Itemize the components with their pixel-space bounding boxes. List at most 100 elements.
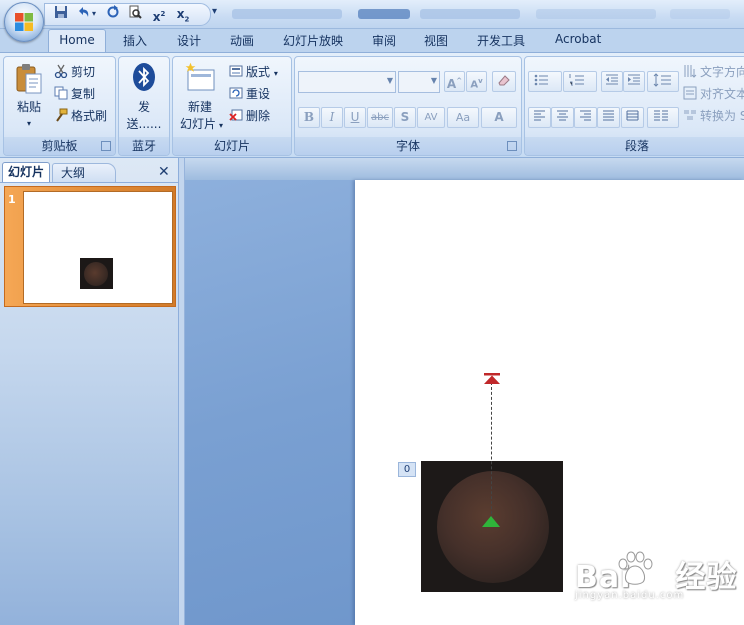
justify-button[interactable]: [597, 107, 620, 128]
paste-button[interactable]: 粘贴: [8, 99, 50, 116]
delete-icon: [229, 109, 243, 121]
send-button-line1[interactable]: 发: [119, 99, 169, 116]
close-icon[interactable]: ✕: [158, 164, 170, 180]
new-slide-button-line1[interactable]: 新建: [173, 99, 227, 116]
watermark-url: jingyan.baidu.com: [575, 590, 685, 601]
paste-dropdown[interactable]: ▾: [8, 115, 50, 132]
align-text-button[interactable]: 对齐文本: [683, 85, 744, 103]
customize-qat-dropdown[interactable]: ▾: [212, 6, 217, 17]
reset-button[interactable]: 重设: [229, 85, 270, 103]
layout-label: 版式: [246, 65, 271, 79]
grow-font-sup: ^: [456, 77, 463, 85]
line-spacing-button[interactable]: [647, 71, 679, 92]
thumbnail-slide: [23, 191, 173, 304]
copy-label: 复制: [71, 87, 96, 101]
text-shadow-button[interactable]: S: [394, 107, 416, 128]
shrink-font-label: A: [470, 79, 479, 91]
change-case-button[interactable]: Aa: [447, 107, 479, 128]
title-text-blurred: [670, 9, 730, 19]
office-logo-icon: [15, 13, 33, 31]
columns-icon: [654, 110, 668, 121]
bold-button[interactable]: B: [298, 107, 320, 128]
text-direction-label: 文字方向: [700, 65, 744, 79]
save-icon[interactable]: [51, 5, 71, 23]
tab-design[interactable]: 设计: [177, 32, 201, 49]
print-preview-icon[interactable]: [125, 5, 145, 23]
tab-home[interactable]: Home: [48, 29, 106, 53]
motion-path-line[interactable]: [491, 382, 493, 524]
superscript-exp: 2: [160, 10, 166, 18]
tab-animation[interactable]: 动画: [230, 32, 254, 49]
clipboard-dialog-launcher[interactable]: [101, 141, 111, 151]
redo-icon[interactable]: [103, 5, 123, 23]
clear-format-button[interactable]: [492, 71, 516, 92]
copy-button[interactable]: 复制: [54, 85, 95, 103]
text-direction-button[interactable]: 文字方向: [683, 63, 744, 81]
decrease-indent-icon: [606, 74, 618, 85]
font-group-label: 字体: [295, 137, 521, 155]
title-bar: ▾ x2 x2 ▾: [0, 0, 744, 42]
new-slide-dropdown[interactable]: ▾: [217, 117, 225, 134]
clipboard-group-label: 剪贴板: [4, 137, 115, 155]
increase-indent-button[interactable]: [623, 71, 645, 92]
new-slide-button-line2[interactable]: 幻灯片: [177, 116, 219, 133]
office-button[interactable]: [4, 2, 44, 42]
columns-button[interactable]: [647, 107, 679, 128]
animation-order-tag[interactable]: 0: [398, 462, 416, 477]
slides-group: 新建 幻灯片 ▾ 版式 ▾ 重设 删除 幻灯片: [172, 56, 292, 156]
line-spacing-icon: [653, 73, 671, 87]
decrease-indent-button[interactable]: [601, 71, 623, 92]
numbering-button[interactable]: [563, 71, 597, 92]
delete-button[interactable]: 删除: [229, 107, 270, 125]
font-name-combo[interactable]: ▼: [298, 71, 396, 93]
align-center-icon: [557, 110, 568, 121]
undo-dropdown[interactable]: ▾: [89, 5, 99, 23]
underline-button[interactable]: U: [344, 107, 366, 128]
tab-slideshow[interactable]: 幻灯片放映: [283, 32, 343, 49]
grow-font-button[interactable]: A^: [444, 71, 465, 92]
tab-outline[interactable]: 大纲: [52, 163, 116, 182]
font-dialog-launcher[interactable]: [507, 141, 517, 151]
shrink-font-button[interactable]: Av: [466, 71, 487, 92]
layout-button[interactable]: 版式 ▾: [229, 63, 278, 81]
clipboard-group: 粘贴 ▾ 剪切 复制 格式刷 剪贴板: [3, 56, 116, 156]
subscript-button[interactable]: x2: [173, 5, 193, 23]
strikethrough-button[interactable]: abc: [367, 107, 393, 128]
align-text-icon: [683, 86, 697, 100]
motion-path-start-marker-icon[interactable]: [481, 516, 501, 528]
baidu-paw-icon: [618, 551, 653, 585]
convert-smartart-button[interactable]: 转换为 S: [683, 107, 744, 125]
increase-indent-icon: [628, 74, 640, 85]
tab-review[interactable]: 审阅: [372, 32, 396, 49]
distributed-button[interactable]: [621, 107, 644, 128]
layout-dropdown[interactable]: ▾: [274, 69, 278, 78]
reset-label: 重设: [246, 87, 271, 101]
tab-acrobat[interactable]: Acrobat: [555, 32, 601, 46]
slide-editing-area: 0 Bai 经验 jingyan.baidu.com: [185, 158, 744, 625]
font-color-button[interactable]: A: [481, 107, 517, 128]
font-group: ▼ ▼ A^ Av B I U abc S AV Aa A 字体: [294, 56, 522, 156]
tab-view[interactable]: 视图: [424, 32, 448, 49]
font-size-combo[interactable]: ▼: [398, 71, 440, 93]
slides-pane: 幻灯片 大纲 ✕ 1: [0, 158, 179, 625]
thumbnail-moon-image: [80, 258, 113, 289]
eraser-icon: [498, 75, 510, 86]
send-button-line2[interactable]: 送......: [119, 116, 169, 133]
italic-button[interactable]: I: [321, 107, 343, 128]
tab-developer[interactable]: 开发工具: [477, 32, 525, 49]
cut-button[interactable]: 剪切: [54, 63, 95, 81]
format-painter-label: 格式刷: [71, 109, 108, 123]
copy-icon: [54, 86, 68, 100]
tab-slides[interactable]: 幻灯片: [2, 162, 50, 182]
align-left-button[interactable]: [528, 107, 551, 128]
tab-insert[interactable]: 插入: [123, 32, 147, 49]
title-text-blurred: [536, 9, 656, 19]
motion-path-end-marker-icon[interactable]: [482, 373, 502, 385]
slide-thumbnail[interactable]: 1: [4, 186, 176, 307]
format-painter-button[interactable]: 格式刷: [54, 107, 107, 125]
align-right-button[interactable]: [574, 107, 597, 128]
align-center-button[interactable]: [551, 107, 574, 128]
bullets-button[interactable]: [528, 71, 562, 92]
character-spacing-button[interactable]: AV: [417, 107, 445, 128]
superscript-button[interactable]: x2: [149, 5, 169, 24]
